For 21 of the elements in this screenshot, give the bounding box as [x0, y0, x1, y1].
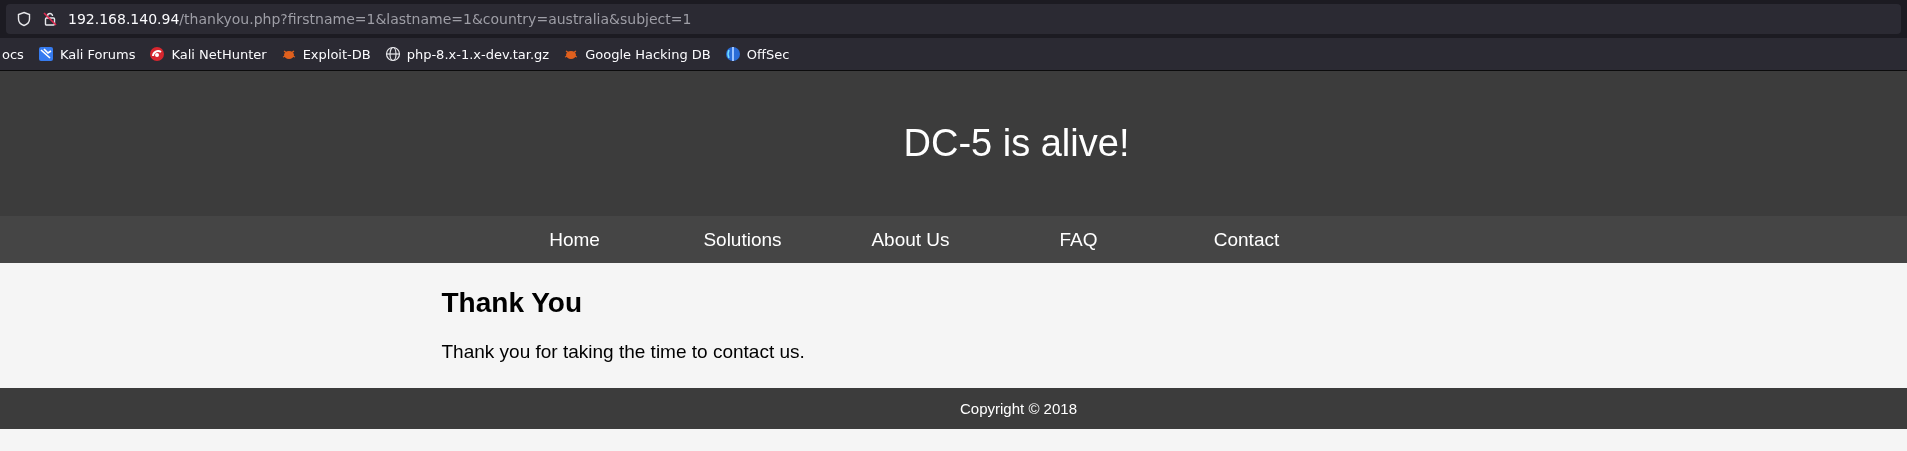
site-title: DC-5 is alive!	[902, 122, 1131, 165]
nav-link[interactable]: Home	[490, 228, 659, 251]
globe-icon	[384, 46, 401, 62]
nav-link[interactable]: FAQ	[994, 228, 1163, 251]
bookmark[interactable]: Kali NetHunter	[147, 44, 269, 64]
bookmark[interactable]: Exploit-DB	[278, 44, 373, 64]
page-heading: Thank You	[441, 287, 584, 319]
url-text: 192.168.140.94/thankyou.php?firstname=1&lastname=1&country=australia&subject=1	[68, 11, 692, 27]
nav-link[interactable]: Solutions	[658, 228, 827, 251]
bookmark[interactable]: Kali Forums	[35, 44, 138, 64]
bookmark[interactable]: ocs	[0, 44, 26, 64]
message-text: Thank you for taking the time to contact us.	[441, 341, 806, 363]
address-field[interactable]: 192.168.140.94/thankyou.php?firstname=1&lastname=1&country=australia&subject=1	[6, 4, 1901, 34]
nav-link[interactable]: Contact	[1162, 228, 1331, 251]
insecure-lock-icon	[42, 11, 58, 27]
bookmark[interactable]: php-8.x-1.x-dev.tar.gz	[382, 44, 552, 64]
copyright-text: Copyright © 2018	[960, 400, 1077, 417]
bookmark[interactable]: OffSec	[722, 44, 792, 64]
bookmark[interactable]: Google Hacking DB	[561, 44, 713, 64]
nav-link[interactable]: About Us	[826, 228, 995, 251]
shield-icon	[16, 11, 32, 27]
